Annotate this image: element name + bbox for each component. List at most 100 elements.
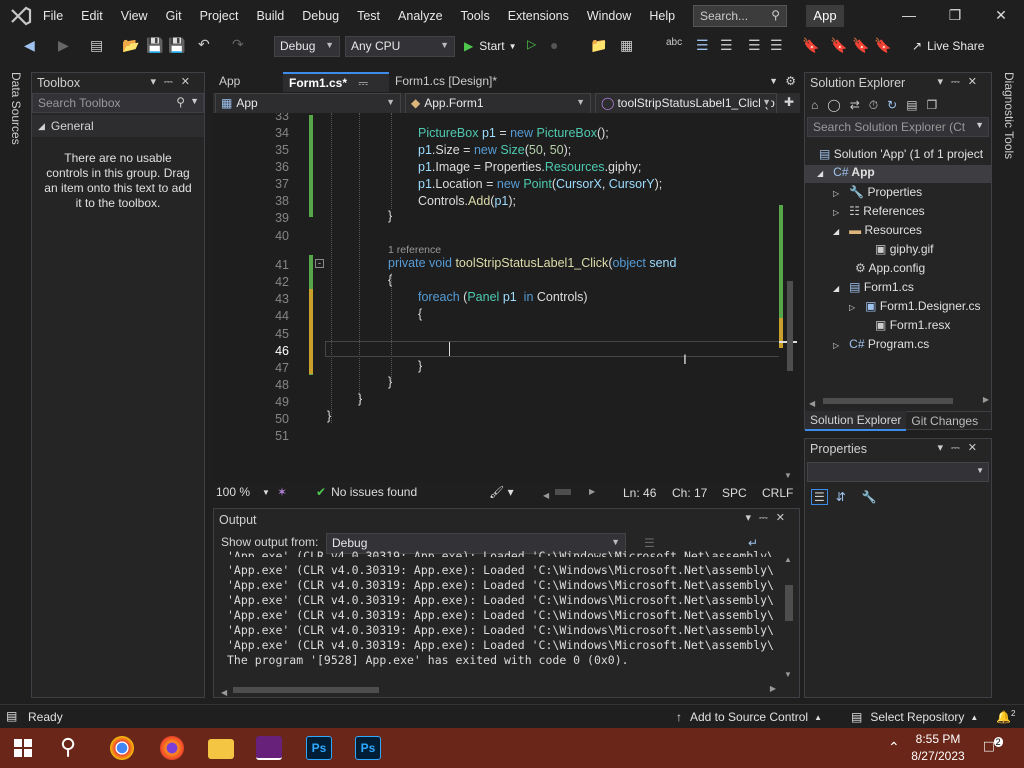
zoom-select[interactable]: 100 % ▼: [216, 485, 270, 499]
scroll-right-icon[interactable]: ▶: [983, 395, 989, 404]
photoshop-icon[interactable]: Ps: [306, 736, 332, 760]
class-dropdown[interactable]: ◆ App.Form1 ▼: [405, 93, 591, 114]
code-editor[interactable]: - 33 34 PictureBox p1 = new PictureBox()…: [213, 113, 800, 482]
panel-controls[interactable]: ▾⎓✕: [937, 75, 985, 89]
menu-window[interactable]: Window: [587, 9, 631, 23]
windows-start-icon[interactable]: [14, 739, 32, 757]
toolbox-group-general[interactable]: ◢ General: [32, 115, 204, 137]
tab-overflow-icon[interactable]: ▼: [769, 76, 778, 86]
tree-item-app-project[interactable]: ◢ C# App: [805, 165, 991, 183]
live-share-button[interactable]: ↗ Live Share: [912, 39, 984, 53]
bookmark-clear-icon[interactable]: 🔖: [874, 37, 891, 54]
back-icon[interactable]: ◀: [24, 37, 35, 54]
new-project-icon[interactable]: ▤: [90, 37, 103, 54]
undo-icon[interactable]: ↶: [198, 36, 210, 53]
bookmark-next-icon[interactable]: 🔖: [830, 37, 847, 54]
start-button[interactable]: ▶ Start ▼: [464, 39, 517, 53]
panel-controls[interactable]: ▾⎓✕: [745, 511, 793, 525]
tab-git-changes[interactable]: Git Changes: [906, 412, 983, 430]
categorized-icon[interactable]: ☰: [811, 489, 828, 505]
expand-icon[interactable]: ◢: [833, 284, 839, 293]
scroll-thumb[interactable]: [233, 687, 379, 693]
line-indicator[interactable]: Ln: 46: [623, 486, 656, 500]
align-icon[interactable]: ☰: [696, 37, 709, 54]
forward-icon[interactable]: ▶: [58, 37, 69, 54]
solution-name-badge[interactable]: App: [806, 5, 844, 27]
search-box[interactable]: Search... ⚲: [693, 5, 787, 27]
bookmark-icon[interactable]: 🔖: [802, 37, 819, 54]
clear-all-icon[interactable]: ☰: [644, 536, 655, 550]
redo-icon[interactable]: ↷: [232, 36, 244, 53]
menu-tools[interactable]: Tools: [461, 9, 490, 23]
tree-item-solution[interactable]: ▤ Solution 'App' (1 of 1 project: [819, 147, 983, 161]
expand-icon[interactable]: ▷: [833, 208, 839, 217]
tree-item-program-cs[interactable]: ▷ C# Program.cs: [833, 337, 929, 351]
bookmark-prev-icon[interactable]: 🔖: [852, 37, 869, 54]
collapse-all-icon[interactable]: ▤: [906, 98, 917, 112]
output-horizontal-scrollbar[interactable]: ◀ ▶: [221, 684, 776, 697]
platform-select[interactable]: Any CPU ▼: [345, 36, 455, 57]
close-icon[interactable]: ✕: [978, 7, 1024, 24]
menu-view[interactable]: View: [121, 9, 148, 23]
comment-icon[interactable]: ☰: [748, 37, 761, 54]
action-center-icon[interactable]: □ 2: [984, 737, 1003, 756]
tree-item-app-config[interactable]: ⚙ App.config: [855, 261, 925, 275]
refresh-icon[interactable]: ↻: [887, 98, 897, 112]
photoshop-icon[interactable]: Ps: [355, 736, 381, 760]
editor-vertical-scrollbar[interactable]: ▼: [779, 113, 797, 482]
start-without-debugging-icon[interactable]: ▷: [527, 37, 536, 51]
expand-icon[interactable]: ◢: [817, 169, 823, 178]
configuration-select[interactable]: Debug ▼: [274, 36, 340, 57]
diagnostic-tools-tab[interactable]: Diagnostic Tools: [1002, 72, 1016, 159]
data-sources-tab[interactable]: Data Sources: [9, 72, 23, 145]
chrome-icon[interactable]: [110, 736, 134, 760]
vs-logo-icon[interactable]: [10, 6, 32, 26]
scroll-down-icon[interactable]: ▼: [784, 471, 792, 480]
gear-icon[interactable]: ⚙: [785, 74, 796, 88]
tab-app[interactable]: App: [213, 72, 283, 92]
chevron-down-icon[interactable]: ▼: [190, 96, 199, 106]
tab-form1-design[interactable]: Form1.cs [Design]*: [389, 72, 529, 92]
output-vertical-scrollbar[interactable]: ▲ ▼: [780, 555, 798, 679]
toggle-word-wrap-icon[interactable]: ↵: [748, 536, 758, 550]
menu-extensions[interactable]: Extensions: [508, 9, 569, 23]
visual-studio-icon[interactable]: [256, 736, 282, 760]
firefox-icon[interactable]: [160, 736, 184, 760]
history-icon[interactable]: ⏱: [869, 98, 878, 113]
browse-icon[interactable]: 📁: [590, 37, 607, 54]
tab-form1-cs[interactable]: Form1.cs* ⎓ ✕: [283, 72, 389, 105]
indent-icon[interactable]: ☰: [720, 37, 733, 54]
solution-search-input[interactable]: Search Solution Explorer (Ct ▼: [807, 117, 989, 137]
alphabetical-icon[interactable]: ⇵: [836, 490, 846, 504]
tree-item-resources[interactable]: ◢ ▬ Resources: [833, 223, 922, 237]
panel-controls[interactable]: ▾⎓✕: [150, 75, 198, 89]
chevron-down-icon[interactable]: ▼: [975, 120, 984, 130]
tree-item-references[interactable]: ▷ ☷ References: [833, 204, 925, 218]
split-icon[interactable]: ✚: [784, 95, 794, 109]
add-to-source-control-button[interactable]: ↑ Add to Source Control ▲: [676, 710, 822, 724]
tree-item-form1-resx[interactable]: ▣ Form1.resx: [875, 318, 950, 332]
scroll-right-icon[interactable]: ▶: [589, 487, 595, 496]
views-icon[interactable]: ◯: [827, 98, 840, 112]
notification-bell-icon[interactable]: 🔔2: [996, 709, 1015, 724]
object-select[interactable]: ▼: [807, 462, 989, 482]
menu-debug[interactable]: Debug: [302, 9, 339, 23]
project-dropdown[interactable]: ▦ App ▼: [215, 93, 401, 114]
property-pages-icon[interactable]: 🔧: [862, 490, 877, 504]
minimize-icon[interactable]: —: [886, 7, 932, 23]
sync-icon[interactable]: ⇄: [850, 98, 860, 112]
menu-analyze[interactable]: Analyze: [398, 9, 442, 23]
scroll-thumb[interactable]: [787, 281, 793, 371]
menu-edit[interactable]: Edit: [81, 9, 103, 23]
member-dropdown[interactable]: ◯ toolStripStatusLabel1_Click(o ▼: [595, 93, 777, 114]
scroll-down-icon[interactable]: ▼: [784, 670, 792, 679]
restore-icon[interactable]: ❐: [932, 7, 978, 24]
scroll-thumb[interactable]: [823, 398, 953, 404]
uncomment-icon[interactable]: ☰: [770, 37, 783, 54]
toolbox-search-input[interactable]: Search Toolbox ⚲ ▼: [32, 93, 204, 113]
collapse-method-icon[interactable]: -: [315, 259, 324, 268]
save-icon[interactable]: 💾: [146, 37, 163, 54]
menu-project[interactable]: Project: [200, 9, 239, 23]
tree-item-giphy-gif[interactable]: ▣ giphy.gif: [875, 242, 934, 256]
expand-icon[interactable]: ▷: [833, 341, 839, 350]
